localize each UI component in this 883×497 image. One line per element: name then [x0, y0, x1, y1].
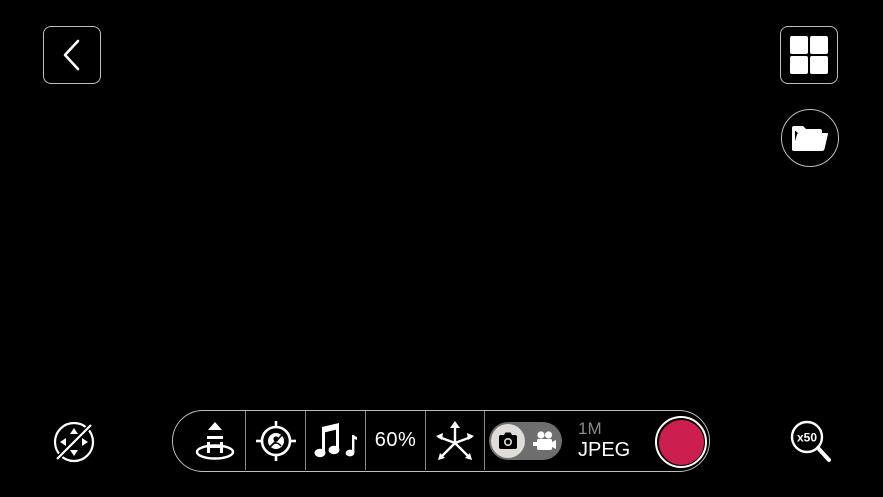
- camera-screen: x50 60% 1M JPEG: [0, 0, 883, 497]
- motion-arrows-icon: [436, 420, 474, 460]
- folder-icon: [792, 126, 829, 151]
- format-type-label: JPEG: [578, 439, 631, 461]
- photo-format-selector[interactable]: 1M JPEG: [573, 417, 639, 465]
- chevron-left-icon: [63, 39, 80, 71]
- music-notes-icon: [314, 422, 357, 457]
- grid-icon: [790, 36, 828, 74]
- gallery-button[interactable]: [780, 26, 838, 84]
- zoom-button[interactable]: x50: [787, 418, 835, 466]
- shutter-button[interactable]: [655, 416, 707, 468]
- motion-mode-button[interactable]: [425, 411, 485, 470]
- camera-icon: [499, 432, 517, 449]
- speed-setting[interactable]: 60%: [365, 411, 425, 470]
- zoom-level-label: x50: [797, 431, 817, 445]
- photo-video-toggle[interactable]: [489, 422, 562, 460]
- magnifier-icon: x50: [790, 420, 831, 462]
- gimbal-recenter-button[interactable]: [50, 418, 98, 466]
- photo-mode-knob[interactable]: [491, 424, 525, 458]
- target-tracking-icon: [255, 420, 296, 461]
- gimbal-recenter-icon: [53, 421, 95, 463]
- video-mode-option[interactable]: [529, 424, 561, 458]
- horizon-calibrate-icon: [195, 421, 235, 460]
- files-button[interactable]: [781, 109, 839, 167]
- record-button: [658, 419, 704, 465]
- target-tracking-button[interactable]: [245, 411, 305, 470]
- back-button[interactable]: [43, 26, 101, 84]
- bottom-toolbar: 60% 1M JPEG: [172, 410, 710, 472]
- movie-camera-icon: [533, 431, 556, 450]
- speed-value: 60%: [374, 429, 417, 451]
- resolution-label: 1M: [578, 419, 602, 438]
- horizon-calibrate-button[interactable]: [185, 411, 245, 470]
- music-button[interactable]: [305, 411, 365, 470]
